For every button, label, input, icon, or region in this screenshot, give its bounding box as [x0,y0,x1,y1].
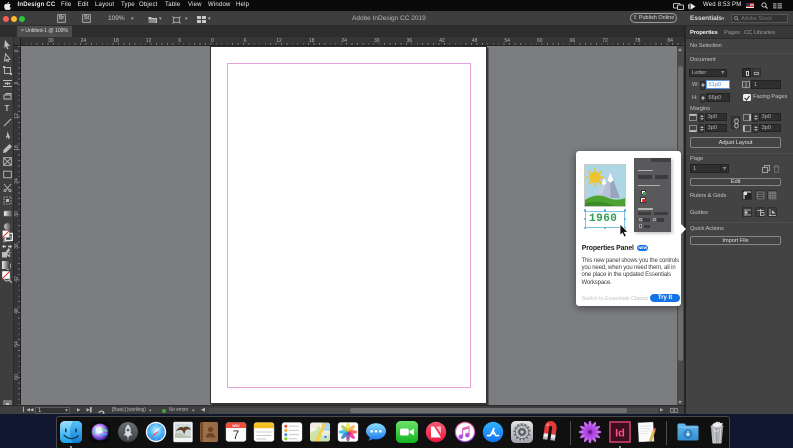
svg-text:Id: Id [615,428,625,440]
svg-text:T: T [8,253,12,258]
svg-text:7: 7 [232,430,238,442]
svg-text:NOV: NOV [232,424,240,428]
